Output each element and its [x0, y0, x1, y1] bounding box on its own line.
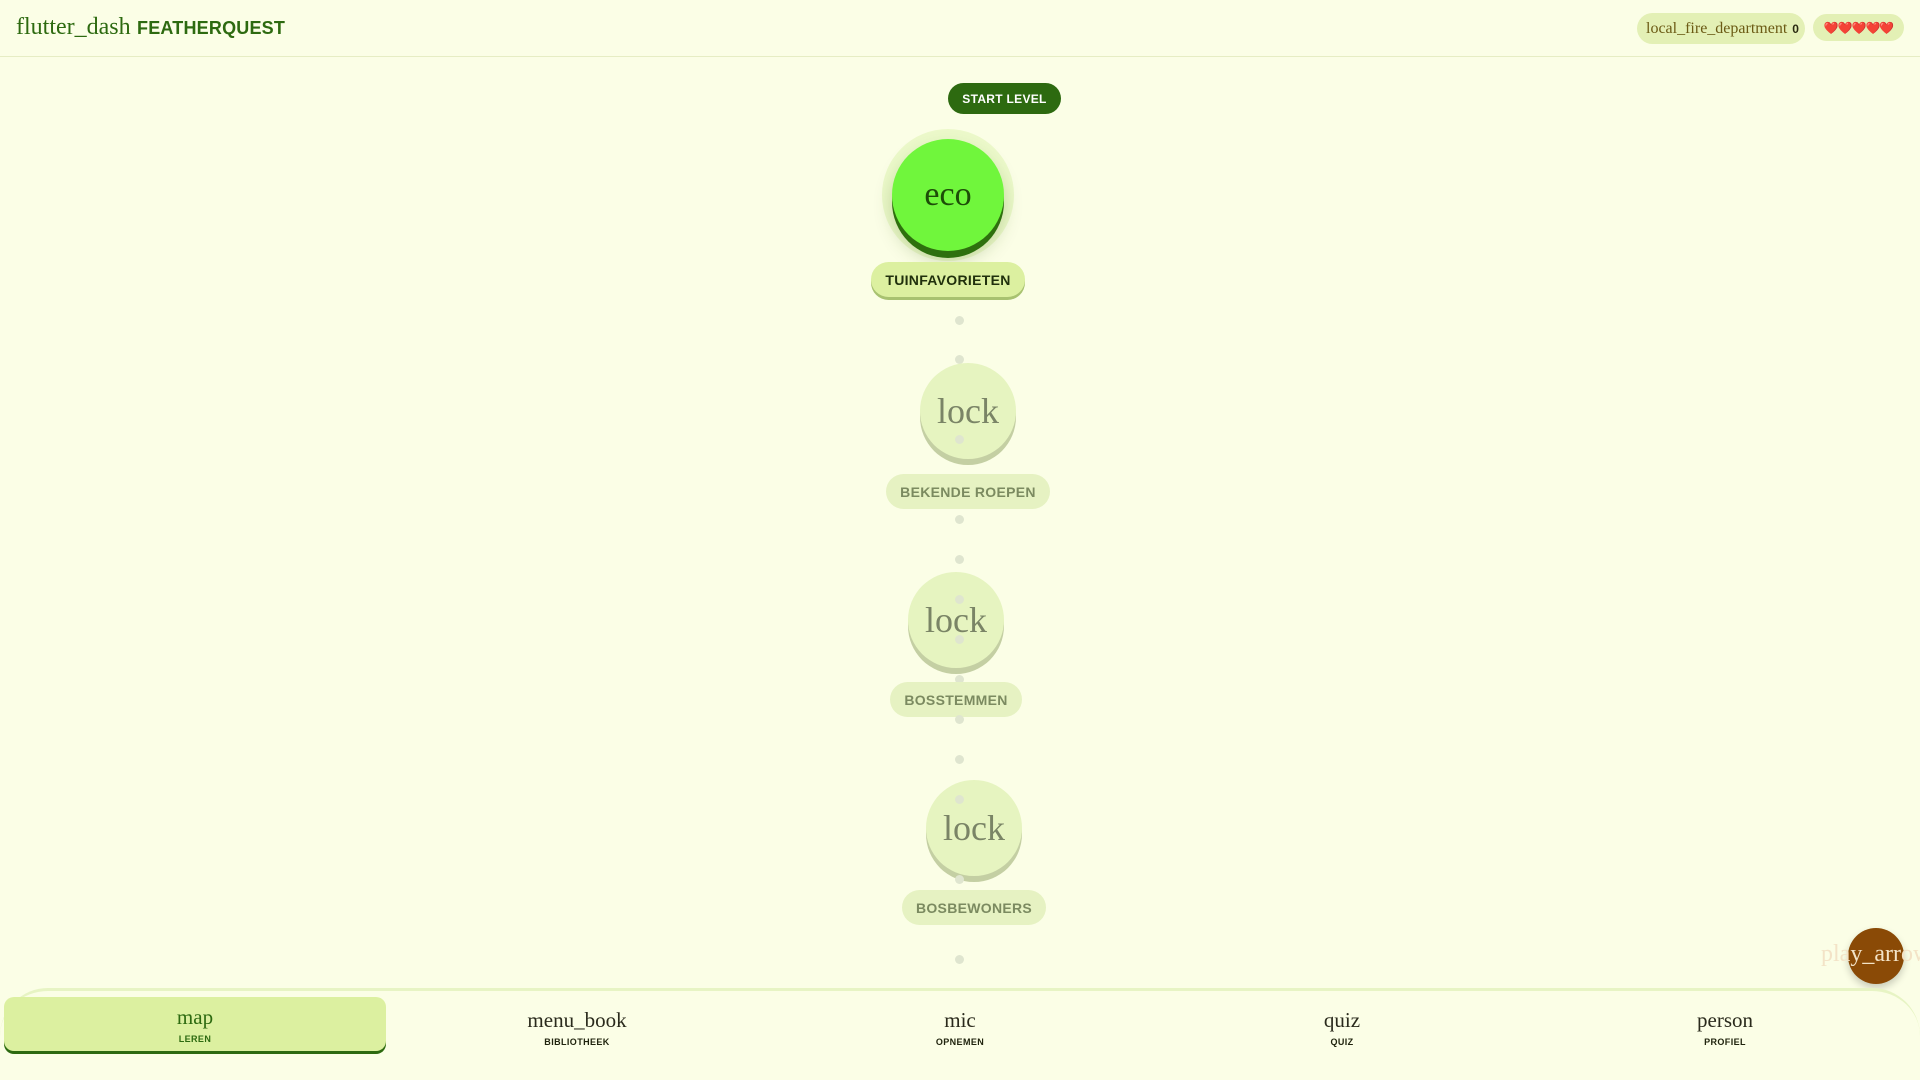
path-dot [955, 955, 964, 964]
play-arrow-icon[interactable]: play_arrow [1821, 941, 1920, 968]
level-label-bekende-roepen[interactable]: BEKENDE ROEPEN [886, 474, 1050, 509]
level-node-tuinfavorieten[interactable]: eco [892, 139, 1004, 251]
nav-label: LEREN [178, 1033, 212, 1044]
nav-item-quiz[interactable]: quiz QUIZ [1151, 1000, 1533, 1054]
level-label-tuinfavorieten[interactable]: TUINFAVORIETEN [871, 262, 1025, 297]
top-app-bar: flutter_dash FEATHERQUEST local_fire_dep… [0, 0, 1920, 57]
streak-badge[interactable]: local_fire_department 0 [1637, 13, 1805, 44]
nav-item-profiel[interactable]: person PROFIEL [1534, 1000, 1916, 1054]
path-dot [955, 595, 964, 604]
path-dot [955, 875, 964, 884]
map-icon: map [176, 1004, 214, 1029]
level-node-bosstemmen[interactable]: lock [908, 572, 1004, 668]
path-dot [955, 515, 964, 524]
path-dot [955, 715, 964, 724]
streak-count: 0 [1792, 21, 1799, 36]
path-dot [955, 316, 964, 325]
nav-item-opnemen[interactable]: mic OPNEMEN [769, 1000, 1151, 1054]
quiz-icon: quiz [1323, 1007, 1361, 1032]
path-dot [955, 435, 964, 444]
menu-book-icon: menu_book [527, 1007, 627, 1032]
hearts-badge[interactable]: ❤️❤️❤️❤️❤️ [1813, 14, 1904, 41]
fire-icon: local_fire_department [1646, 19, 1788, 37]
nav-label: OPNEMEN [935, 1036, 985, 1047]
flutter-dash-icon: flutter_dash [16, 14, 131, 40]
app-title: FEATHERQUEST [137, 18, 286, 38]
level-label-bosstemmen[interactable]: BOSSTEMMEN [890, 682, 1022, 717]
path-dot [955, 635, 964, 644]
nav-label: QUIZ [1330, 1036, 1354, 1047]
level-node-bosbewoners[interactable]: lock [926, 780, 1022, 876]
path-dot [955, 795, 964, 804]
nav-item-leren[interactable]: map LEREN [4, 997, 386, 1051]
level-node-bekende-roepen[interactable]: lock [920, 363, 1016, 459]
nav-label: BIBLIOTHEEK [544, 1036, 610, 1047]
path-dot [955, 755, 964, 764]
mic-icon: mic [944, 1007, 976, 1032]
start-level-button[interactable]: START LEVEL [948, 83, 1061, 114]
nav-label: PROFIEL [1704, 1036, 1746, 1047]
level-label-bosbewoners[interactable]: BOSBEWONERS [902, 890, 1046, 925]
person-icon: person [1697, 1007, 1753, 1032]
nav-item-bibliotheek[interactable]: menu_book BIBLIOTHEEK [386, 1000, 768, 1054]
path-dot [955, 555, 964, 564]
